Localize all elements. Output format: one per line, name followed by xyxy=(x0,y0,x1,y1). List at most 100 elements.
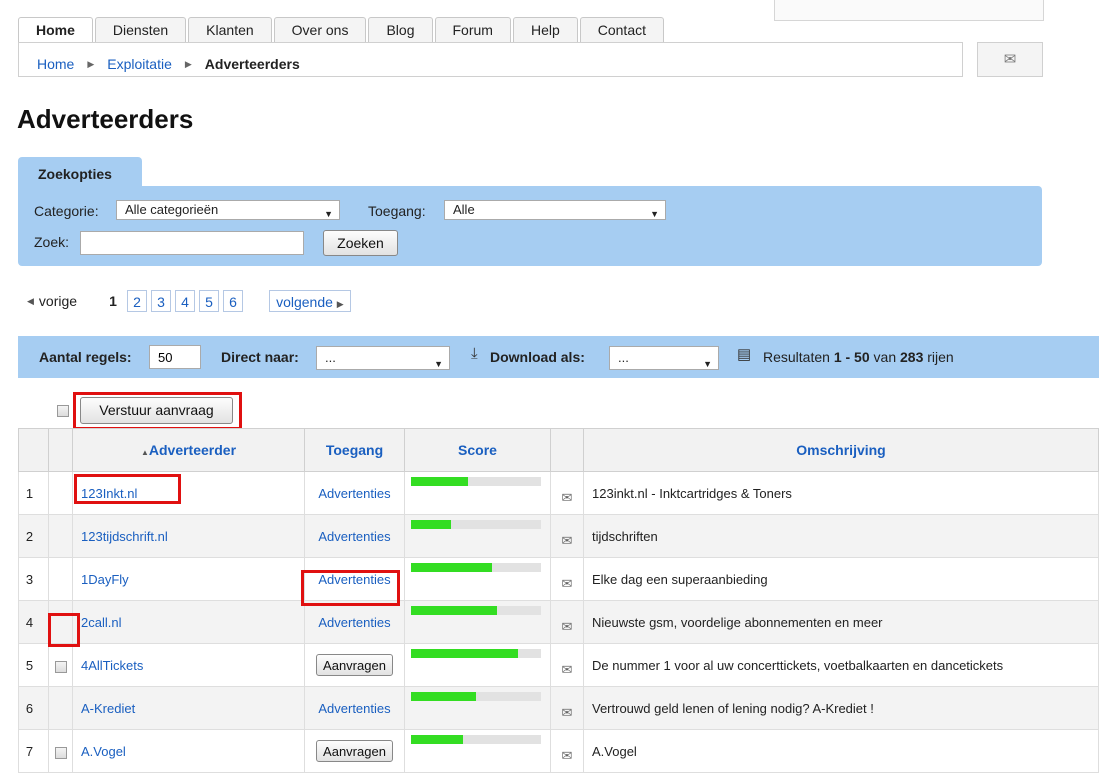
access-cell: Advertenties xyxy=(304,471,405,515)
tab-over-ons[interactable]: Over ons xyxy=(273,17,367,42)
table-row: 6 A-Krediet Advertenties ✉ Vertrouwd geld le… xyxy=(18,686,1099,730)
header-row-number xyxy=(18,428,49,472)
download-select-value: ... xyxy=(618,350,629,365)
tab-help[interactable]: Help xyxy=(512,17,578,42)
envelope-icon[interactable]: ✉ xyxy=(562,662,573,677)
advertiser-link[interactable]: A.Vogel xyxy=(81,744,126,759)
tab-contact[interactable]: Contact xyxy=(579,17,664,42)
envelope-icon[interactable]: ✉ xyxy=(562,705,573,720)
select-all-checkbox[interactable] xyxy=(57,405,69,417)
advertiser-link[interactable]: 2call.nl xyxy=(81,615,121,630)
advertiser-link[interactable]: 1DayFly xyxy=(81,572,129,587)
row-number: 3 xyxy=(18,557,49,601)
envelope-icon[interactable]: ✉ xyxy=(562,619,573,634)
page-5[interactable]: 5 xyxy=(199,290,220,312)
table-row: 5 4AllTickets Aanvragen ✉ De nummer 1 voor a… xyxy=(18,643,1099,687)
page-2[interactable]: 2 xyxy=(127,290,148,312)
envelope-icon[interactable]: ✉ xyxy=(562,748,573,763)
dropdown-arrow-icon: ▼ xyxy=(434,359,443,369)
main-nav-tabs: Home Diensten Klanten Over ons Blog Foru… xyxy=(18,17,666,43)
score-bar xyxy=(411,520,541,529)
envelope-icon[interactable]: ✉ xyxy=(562,490,573,505)
table-row: 3 1DayFly Advertenties ✉ Elke dag een supera… xyxy=(18,557,1099,601)
breadcrumb-current: Adverteerders xyxy=(204,56,300,72)
tab-home[interactable]: Home xyxy=(18,17,93,43)
jump-select[interactable]: ... ▼ xyxy=(316,346,450,370)
advertiser-cell: 123tijdschrift.nl xyxy=(72,514,305,558)
send-request-button[interactable]: Verstuur aanvraag xyxy=(80,397,233,424)
breadcrumb-exploitatie[interactable]: Exploitatie xyxy=(107,56,172,72)
page-3[interactable]: 3 xyxy=(151,290,172,312)
score-bar xyxy=(411,563,541,572)
download-format-select[interactable]: ... ▼ xyxy=(609,346,719,370)
score-cell xyxy=(404,514,551,558)
access-cell: Aanvragen xyxy=(304,729,405,773)
tab-blog[interactable]: Blog xyxy=(368,17,433,42)
highlight-box xyxy=(74,474,181,504)
header-checkbox xyxy=(48,428,73,472)
score-bar-fill xyxy=(411,477,469,486)
row-number: 1 xyxy=(18,471,49,515)
envelope-icon[interactable]: ✉ xyxy=(562,533,573,548)
mail-cell: ✉ xyxy=(550,686,584,730)
score-bar xyxy=(411,606,541,615)
table-row: 7 A.Vogel Aanvragen ✉ A.Vogel xyxy=(18,729,1099,773)
access-label: Toegang: xyxy=(368,203,426,219)
advertiser-link[interactable]: 123tijdschrift.nl xyxy=(81,529,168,544)
description-cell: tijdschriften xyxy=(583,514,1099,558)
row-checkbox[interactable] xyxy=(54,746,67,759)
request-access-button[interactable]: Aanvragen xyxy=(316,654,393,676)
description-cell: A.Vogel xyxy=(583,729,1099,773)
tab-forum[interactable]: Forum xyxy=(434,17,511,42)
request-access-button[interactable]: Aanvragen xyxy=(316,740,393,762)
access-cell: Aanvragen xyxy=(304,643,405,687)
next-page-link[interactable]: volgende ▶ xyxy=(269,290,351,312)
row-checkbox[interactable] xyxy=(54,660,67,673)
header-score[interactable]: Score xyxy=(404,428,551,472)
advertisements-link[interactable]: Advertenties xyxy=(318,701,390,716)
mail-button[interactable]: ✉ xyxy=(977,42,1043,77)
category-select[interactable]: Alle categorieën ▼ xyxy=(116,200,340,220)
download-icon: ⤓ xyxy=(471,345,478,362)
breadcrumb-home[interactable]: Home xyxy=(37,56,74,72)
mail-cell: ✉ xyxy=(550,514,584,558)
tab-zoekopties[interactable]: Zoekopties xyxy=(18,157,142,187)
search-button[interactable]: Zoeken xyxy=(323,230,398,256)
advertisements-link[interactable]: Advertenties xyxy=(318,529,390,544)
envelope-icon[interactable]: ✉ xyxy=(562,576,573,591)
pagination: ◀ vorige 1 2 3 4 5 6 volgende ▶ xyxy=(27,290,355,312)
print-icon[interactable]: ▤ xyxy=(737,345,751,363)
access-select-value: Alle xyxy=(453,202,475,217)
access-cell: Advertenties xyxy=(304,514,405,558)
page-6[interactable]: 6 xyxy=(223,290,244,312)
next-page-label: volgende xyxy=(276,294,333,310)
advertiser-cell: A-Krediet xyxy=(72,686,305,730)
score-bar-fill xyxy=(411,735,463,744)
advertiser-link[interactable]: 4AllTickets xyxy=(81,658,143,673)
score-bar-fill xyxy=(411,606,497,615)
advertiser-link[interactable]: A-Krediet xyxy=(81,701,135,716)
previous-page-link[interactable]: vorige xyxy=(39,293,77,309)
dropdown-arrow-icon: ▼ xyxy=(703,359,712,369)
envelope-icon: ✉ xyxy=(1003,51,1017,68)
header-advertiser[interactable]: ▲Adverteerder xyxy=(72,428,305,472)
header-description[interactable]: Omschrijving xyxy=(583,428,1099,472)
advertisements-link[interactable]: Advertenties xyxy=(318,615,390,630)
search-input[interactable] xyxy=(80,231,304,255)
score-cell xyxy=(404,471,551,515)
highlight-box xyxy=(301,570,400,606)
page-4[interactable]: 4 xyxy=(175,290,196,312)
tab-diensten[interactable]: Diensten xyxy=(94,17,187,42)
tab-klanten[interactable]: Klanten xyxy=(188,17,272,42)
breadcrumb: Home ▶ Exploitatie ▶ Adverteerders xyxy=(37,56,300,72)
row-checkbox-cell xyxy=(48,557,73,601)
mail-cell: ✉ xyxy=(550,557,584,601)
advertisements-link[interactable]: Advertenties xyxy=(318,486,390,501)
chevron-right-icon: ▶ xyxy=(336,299,344,309)
rows-label: Aantal regels: xyxy=(39,349,132,365)
access-select[interactable]: Alle ▼ xyxy=(444,200,666,220)
row-checkbox-cell xyxy=(48,686,73,730)
chevron-right-icon: ▶ xyxy=(184,58,192,69)
header-access[interactable]: Toegang xyxy=(304,428,405,472)
rows-input[interactable] xyxy=(149,345,201,369)
